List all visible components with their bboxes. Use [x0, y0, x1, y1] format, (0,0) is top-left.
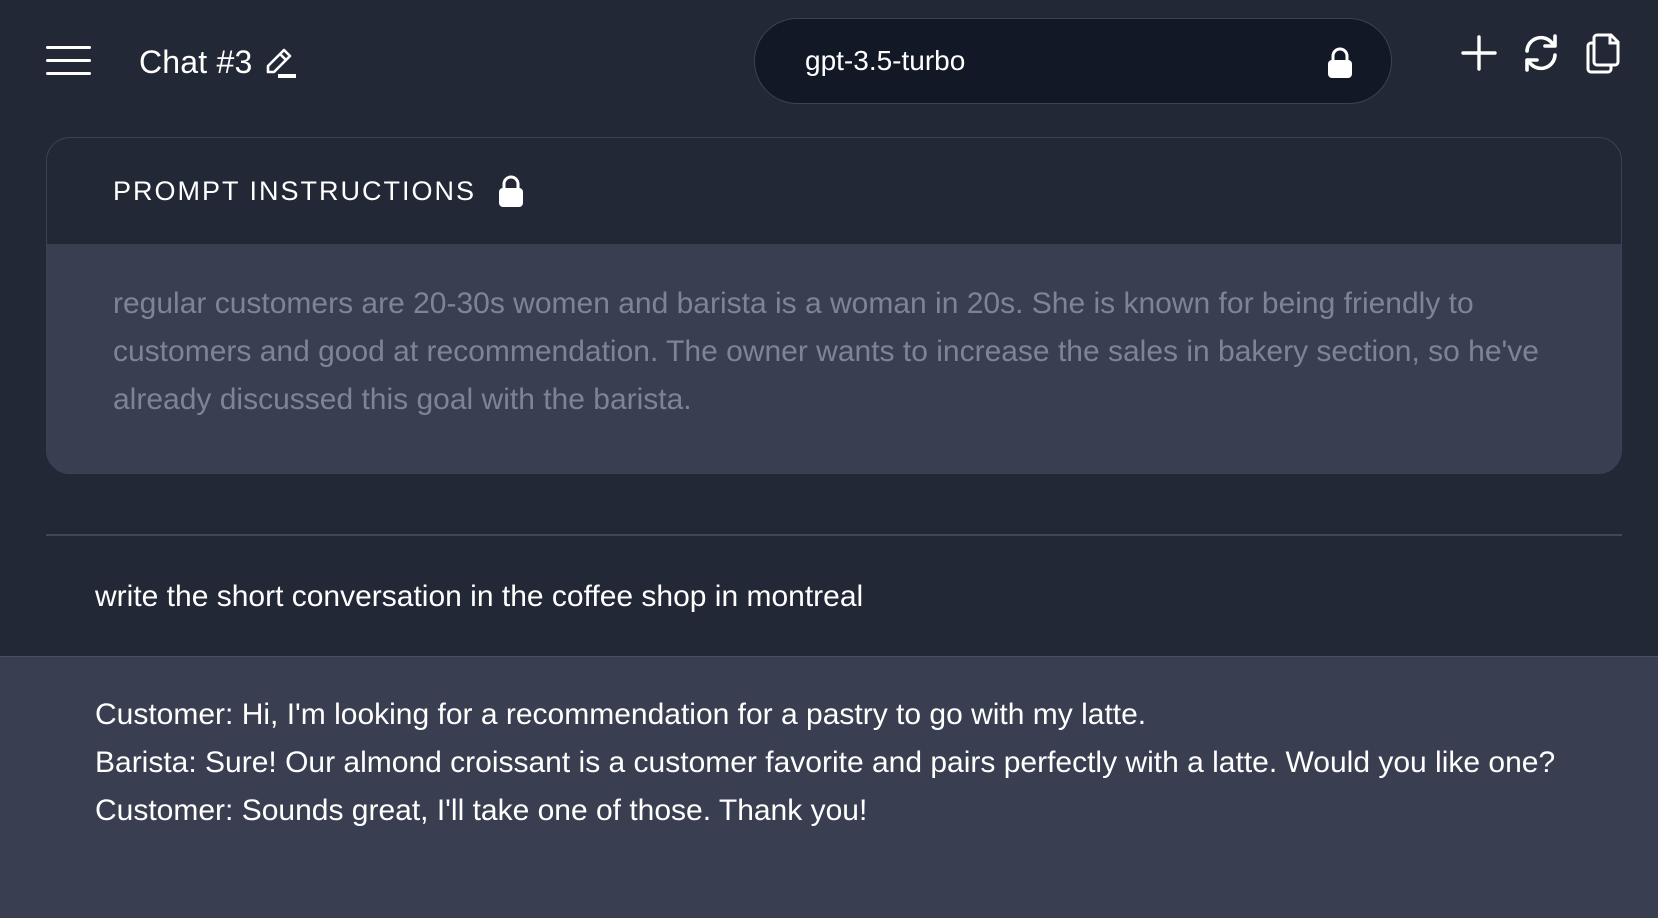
assistant-line: Barista: Sure! Our almond croissant is a…	[95, 746, 1556, 779]
prompt-instructions-header[interactable]: PROMPT INSTRUCTIONS	[47, 138, 1621, 244]
assistant-line: Customer: Hi, I'm looking for a recommen…	[95, 698, 1147, 731]
prompt-instructions-text: regular customers are 20-30s women and b…	[113, 287, 1539, 416]
prompt-instructions-title: PROMPT INSTRUCTIONS	[113, 175, 477, 206]
assistant-line: Customer: Sounds great, I'll take one of…	[95, 794, 868, 827]
prompt-instructions-card: PROMPT INSTRUCTIONS regular customers ar…	[46, 137, 1622, 474]
toolbar-actions	[1458, 30, 1624, 76]
assistant-message: Customer: Hi, I'm looking for a recommen…	[0, 656, 1658, 918]
lock-icon	[1327, 47, 1353, 79]
hamburger-menu-icon[interactable]	[46, 46, 91, 76]
chat-title: Chat #3	[139, 43, 253, 80]
lock-icon	[498, 174, 524, 208]
copy-icon[interactable]	[1582, 30, 1624, 76]
chat-app: Chat #3 gpt-3.5-turbo PROMPT INSTRUCTION…	[0, 0, 1658, 918]
model-name: gpt-3.5-turbo	[805, 45, 966, 76]
pencil-edit-icon[interactable]	[260, 42, 300, 82]
plus-icon[interactable]	[1458, 30, 1500, 76]
divider	[46, 534, 1622, 536]
refresh-icon[interactable]	[1520, 30, 1562, 76]
user-message: write the short conversation in the coff…	[95, 580, 864, 613]
model-selector[interactable]: gpt-3.5-turbo	[754, 18, 1392, 104]
chat-title-area: Chat #3	[139, 40, 300, 84]
assistant-message-text: Customer: Hi, I'm looking for a recommen…	[95, 691, 1575, 835]
